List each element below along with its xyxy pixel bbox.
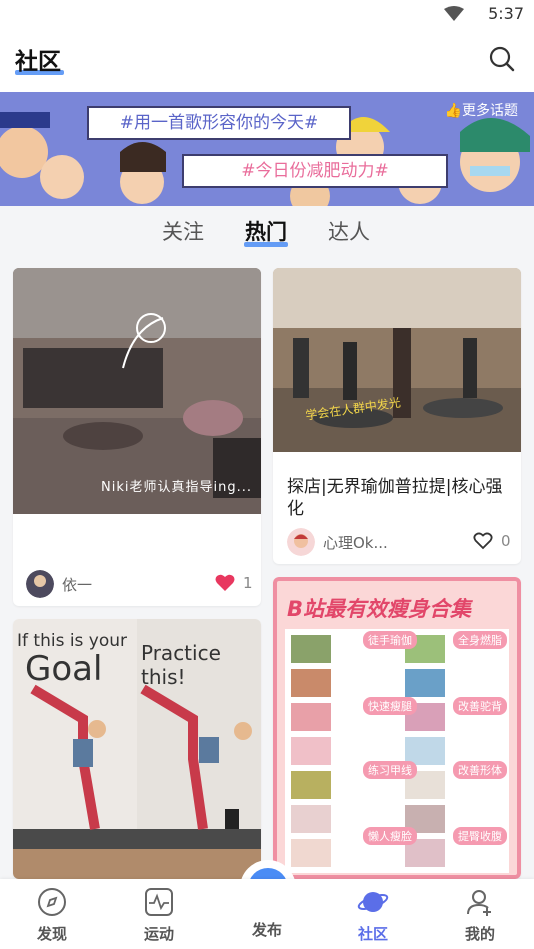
- feed-tabs: 关注 热门 达人: [0, 206, 534, 258]
- post-author[interactable]: 心理Ok...: [287, 528, 388, 556]
- nav-community[interactable]: 社区: [343, 887, 403, 944]
- page-title: 社区: [15, 49, 61, 75]
- tab-following[interactable]: 关注: [162, 216, 204, 246]
- post-image-text: Niki老师认真指导ing...: [101, 480, 252, 495]
- tag-body-shape: 改善形体: [453, 761, 507, 779]
- bottom-nav: 发现 运动 发布 社区 我的: [0, 879, 534, 949]
- search-icon[interactable]: [488, 45, 516, 73]
- nav-label: 运动: [143, 925, 174, 943]
- nav-profile[interactable]: 我的: [450, 887, 510, 944]
- plus-icon: [237, 887, 297, 917]
- like-count: 1: [243, 574, 253, 592]
- post-image-text-goal: Goal: [25, 649, 103, 689]
- post-card-3[interactable]: If this is your Goal Practice this!: [13, 619, 261, 879]
- nav-label: 我的: [464, 925, 495, 943]
- post-author[interactable]: 依一: [26, 570, 92, 598]
- nav-sport[interactable]: 运动: [129, 887, 189, 944]
- tab-hot[interactable]: 热门: [245, 216, 287, 246]
- post-image-pilates-studio: [273, 268, 521, 452]
- status-bar: 5:37: [0, 0, 534, 30]
- planet-icon: [357, 892, 389, 912]
- more-topics-label: 更多话题: [462, 103, 518, 119]
- pulse-icon: [145, 888, 173, 916]
- wifi-icon: [444, 6, 464, 21]
- post-caption: 探店|无界瑜伽普拉提|核心强化: [287, 477, 503, 519]
- like-button[interactable]: 1: [215, 574, 253, 592]
- tag-yoga: 徒手瑜伽: [363, 631, 417, 649]
- nav-discover[interactable]: 发现: [22, 887, 82, 944]
- topic-bubble-diet[interactable]: #今日份减肥动力#: [182, 154, 448, 188]
- topic-banner[interactable]: #用一首歌形容你的今天# #今日份减肥动力# 👍更多话题: [0, 92, 534, 206]
- status-time: 5:37: [488, 4, 524, 23]
- like-button[interactable]: 0: [473, 532, 511, 550]
- app-header: 社区: [0, 30, 534, 92]
- heart-filled-icon: [215, 574, 235, 591]
- like-count: 0: [501, 532, 511, 550]
- more-topics-link[interactable]: 👍更多话题: [445, 100, 518, 120]
- tag-fat-burn: 全身燃脂: [453, 631, 507, 649]
- tag-posture: 改善驼背: [453, 697, 507, 715]
- nav-label: 社区: [357, 925, 388, 943]
- author-name: 依一: [62, 575, 93, 594]
- author-name: 心理Ok...: [323, 533, 388, 552]
- profile-icon: [467, 890, 491, 916]
- topic-bubble-song[interactable]: #用一首歌形容你的今天#: [87, 106, 351, 140]
- nav-label: 发布: [251, 921, 282, 939]
- post-card-1[interactable]: Niki老师认真指导ing... 依一 1: [13, 268, 261, 606]
- post-image-text-right: Practice this!: [141, 641, 221, 689]
- tag-hips-belly: 提臀收腹: [453, 827, 507, 845]
- thumbs-up-icon: 👍: [444, 103, 462, 119]
- tag-slim-face: 懒人瘦脸: [363, 827, 417, 845]
- post-card-4[interactable]: B站最有效瘦身合集 徒手瑜伽 全身燃脂 快速瘦腿 改善驼背 练习甲线 改善形体 …: [273, 577, 521, 879]
- tag-slim-legs: 快速瘦腿: [363, 697, 417, 715]
- compass-icon: [38, 888, 66, 916]
- post-card-2[interactable]: 学会在人群中发光 探店|无界瑜伽普拉提|核心强化 心理Ok... 0: [273, 268, 521, 564]
- post-image-title: B站最有效瘦身合集: [287, 597, 472, 621]
- nav-label: 发现: [36, 925, 67, 943]
- heart-outline-icon: [473, 532, 493, 550]
- tag-abs: 练习甲线: [363, 761, 417, 779]
- nav-publish[interactable]: 发布: [237, 887, 297, 940]
- tab-experts[interactable]: 达人: [328, 216, 370, 246]
- avatar: [26, 570, 54, 598]
- post-image-text-left: If this is your: [17, 631, 128, 651]
- avatar: [287, 528, 315, 556]
